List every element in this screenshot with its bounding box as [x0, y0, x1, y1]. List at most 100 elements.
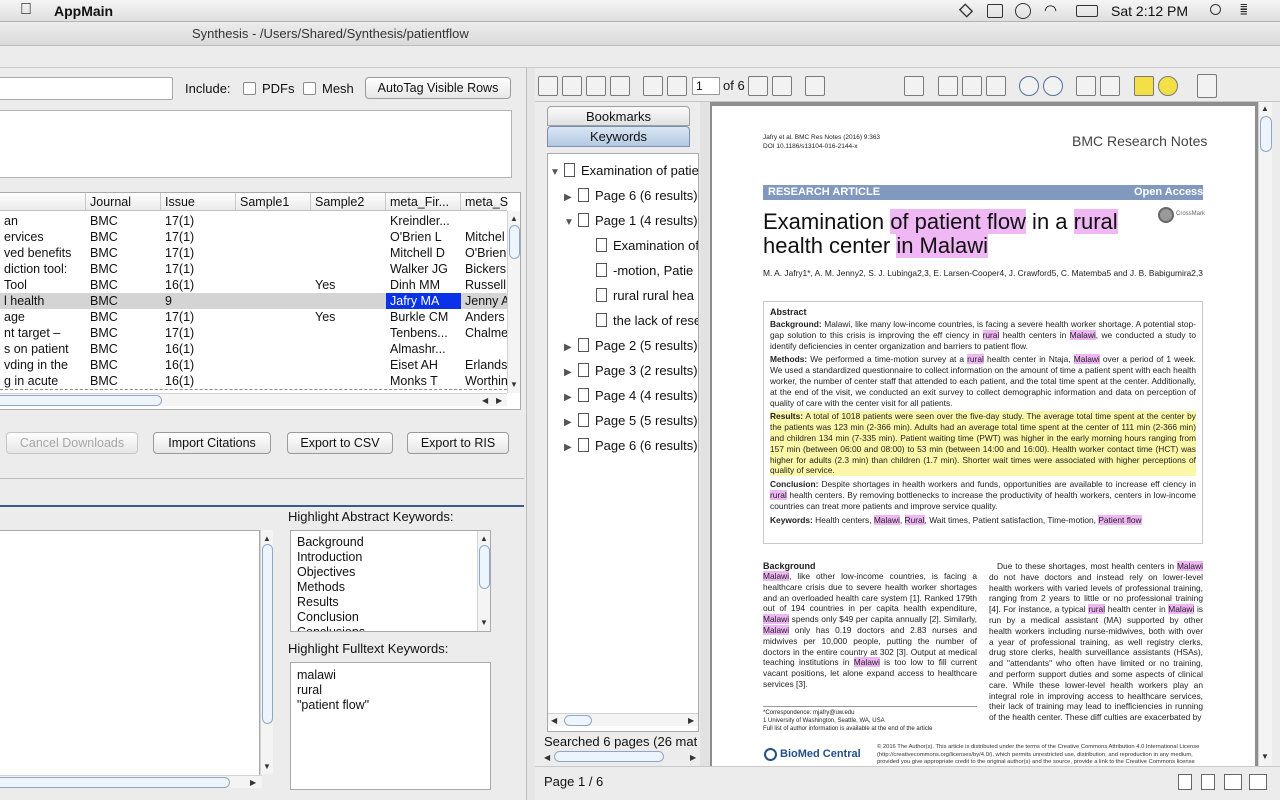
facing-page-icon[interactable]: [1224, 774, 1242, 790]
page-number-input[interactable]: 1: [692, 77, 720, 95]
spotlight-icon[interactable]: [1210, 4, 1221, 15]
tree-node[interactable]: ▶ Page 6 (6 results): [564, 435, 698, 457]
zoom-tool-icon[interactable]: [1076, 76, 1096, 96]
table-row[interactable]: vding in the BMC 16(1) Eiset AH Erlands: [0, 357, 507, 373]
print-icon[interactable]: [562, 76, 582, 96]
notes-vscrollbar[interactable]: [260, 530, 273, 774]
wifi-icon[interactable]: ◠: [1044, 1, 1057, 19]
search-icon[interactable]: [586, 76, 606, 96]
tree-node[interactable]: the lack of rese: [582, 310, 698, 332]
expanded-triangle-icon[interactable]: ▼: [550, 162, 564, 184]
status-hscrollbar[interactable]: [544, 750, 700, 763]
export-ris-button[interactable]: Export to RIS: [407, 432, 509, 454]
pdf-page[interactable]: Jafry et al. BMC Res Notes (2016) 9:363 …: [712, 106, 1255, 766]
fulltext-keyword-item[interactable]: malawi: [297, 668, 490, 683]
collapsed-triangle-icon[interactable]: ▶: [564, 412, 578, 434]
col-title[interactable]: [0, 193, 86, 211]
abstract-keyword-item[interactable]: Introduction: [297, 550, 490, 565]
time-machine-icon[interactable]: [1015, 3, 1031, 19]
collapsed-triangle-icon[interactable]: ▶: [564, 187, 578, 209]
screen-icon[interactable]: [987, 4, 1003, 18]
table-row[interactable]: s on patient BMC 16(1) Almashr...: [0, 341, 507, 357]
panel-toggle-icon[interactable]: [1197, 74, 1217, 98]
table-row[interactable]: age BMC 17(1) Yes Burkle CM Anders: [0, 309, 507, 325]
mesh-checkbox[interactable]: [303, 82, 316, 95]
tree-node[interactable]: ▶ Page 6 (6 results): [564, 185, 698, 207]
fulltext-keywords-list[interactable]: malawi rural "patient flow": [290, 662, 491, 790]
single-page-icon[interactable]: [1178, 774, 1192, 790]
continuous-facing-icon[interactable]: [1249, 774, 1267, 790]
tree-node[interactable]: ▶ Page 2 (5 results): [564, 335, 698, 357]
tree-node[interactable]: ▶ Page 3 (2 results): [564, 360, 698, 382]
continuous-page-icon[interactable]: [1201, 774, 1215, 790]
cancel-downloads-button[interactable]: Cancel Downloads: [6, 432, 138, 454]
tree-node[interactable]: ▶ Page 4 (4 results): [564, 385, 698, 407]
col-sample1[interactable]: Sample1: [236, 193, 311, 211]
rotate-right-icon[interactable]: [1043, 76, 1063, 96]
save-icon[interactable]: [538, 76, 558, 96]
comment-icon[interactable]: [1158, 76, 1178, 96]
tree-node[interactable]: rural rural hea: [582, 285, 694, 307]
table-row[interactable]: ervices BMC 17(1) O'Brien L Mitchel: [0, 229, 507, 245]
tree-node[interactable]: ▼ Examination of patie: [550, 160, 698, 182]
table-row[interactable]: an BMC 17(1) Kreindler...: [0, 213, 507, 229]
table-row[interactable]: nt target – BMC 17(1) Tenbens... Chalme: [0, 325, 507, 341]
zoom-out-icon[interactable]: [805, 76, 825, 96]
collapsed-triangle-icon[interactable]: ▶: [564, 362, 578, 384]
collapsed-triangle-icon[interactable]: ▶: [564, 337, 578, 359]
app-menu[interactable]: AppMain: [54, 3, 113, 19]
splitter-2[interactable]: [700, 102, 710, 766]
notes-hscrollbar[interactable]: [0, 775, 262, 788]
abstract-keywords-list[interactable]: Background Introduction Objectives Methods R…: [290, 530, 491, 632]
table-row[interactable]: Tool BMC 16(1) Yes Dinh MM Russell: [0, 277, 507, 293]
document-properties-icon[interactable]: [610, 76, 630, 96]
tree-node[interactable]: -motion, Patie: [582, 260, 693, 282]
abstract-keywords-vscrollbar[interactable]: [477, 531, 490, 631]
last-page-icon[interactable]: [772, 76, 792, 96]
col-meta-s[interactable]: meta_S: [461, 193, 508, 211]
collapsed-triangle-icon[interactable]: ▶: [564, 387, 578, 409]
abstract-keyword-item[interactable]: Results: [297, 595, 490, 610]
splitter[interactable]: [527, 68, 535, 800]
zoom-options-icon[interactable]: [1100, 76, 1120, 96]
search-input[interactable]: [0, 77, 173, 100]
apple-icon[interactable]: : [20, 1, 32, 19]
table-row[interactable]: diction tool: BMC 17(1) Walker JG Bickers: [0, 261, 507, 277]
abstract-keyword-item[interactable]: Background: [297, 535, 490, 550]
tab-bookmarks[interactable]: Bookmarks: [547, 106, 690, 126]
first-page-icon[interactable]: [643, 76, 663, 96]
col-journal[interactable]: Journal: [86, 193, 161, 211]
col-sample2[interactable]: Sample2: [311, 193, 386, 211]
abstract-keyword-item[interactable]: Objectives: [297, 565, 490, 580]
abstract-keyword-item[interactable]: Methods: [297, 580, 490, 595]
abstract-keyword-item[interactable]: Conclusions: [297, 625, 490, 631]
notification-center-icon[interactable]: ≡ ≡: [1240, 0, 1248, 18]
col-meta-first[interactable]: meta_Fir...: [386, 193, 461, 211]
table-row[interactable]: ved benefits BMC 17(1) Mitchell D O'Brien: [0, 245, 507, 261]
pdfs-checkbox[interactable]: [243, 82, 256, 95]
fit-page-icon[interactable]: [962, 76, 982, 96]
rotate-left-icon[interactable]: [1019, 76, 1039, 96]
fulltext-keyword-item[interactable]: rural: [297, 683, 490, 698]
zoom-in-icon[interactable]: [904, 76, 924, 96]
dropbox-icon[interactable]: [958, 3, 974, 18]
table-row[interactable]: g in acute BMC 16(1) Monks T Worthin: [0, 373, 507, 389]
tab-keywords[interactable]: Keywords: [547, 126, 690, 147]
previous-page-icon[interactable]: [667, 76, 687, 96]
import-citations-button[interactable]: Import Citations: [153, 432, 271, 454]
table-hscrollbar[interactable]: [0, 393, 507, 406]
tree-node[interactable]: ▼ Page 1 (4 results): [564, 210, 698, 232]
query-text-area[interactable]: [0, 110, 512, 178]
abstract-keyword-item[interactable]: Conclusion: [297, 610, 490, 625]
notes-text-area[interactable]: [0, 530, 260, 778]
table-vscrollbar[interactable]: [507, 211, 520, 393]
tree-node[interactable]: ▶ Page 5 (5 results): [564, 410, 698, 432]
collapsed-triangle-icon[interactable]: ▶: [564, 437, 578, 459]
next-page-icon[interactable]: [748, 76, 768, 96]
highlight-text-icon[interactable]: [1134, 76, 1154, 96]
fit-width-icon[interactable]: [986, 76, 1006, 96]
clock[interactable]: Sat 2:12 PM: [1111, 3, 1188, 19]
table-row[interactable]: l health BMC 9 Jafry MA Jenny A: [0, 293, 507, 309]
pdf-vscrollbar[interactable]: [1258, 102, 1272, 766]
tree-node[interactable]: Examination of: [582, 235, 698, 257]
